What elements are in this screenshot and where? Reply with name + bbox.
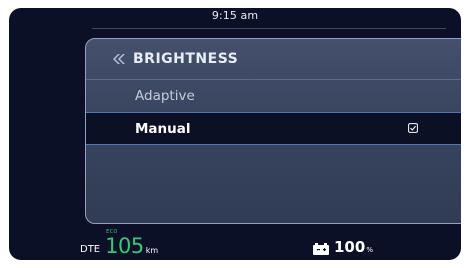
range-readout: DTE ECO 105 km [80,229,159,258]
range-value: 105 [105,234,144,258]
battery-value: 100 [334,238,366,256]
footer-bar: DTE ECO 105 km 100 % [9,229,461,260]
eco-mode-label: ECO [106,229,118,235]
range-block: ECO 105 km [105,229,159,258]
menu-item-adaptive[interactable]: Adaptive [86,79,461,111]
range-unit: km [145,246,159,255]
menu-header: BRIGHTNESS [86,39,461,79]
display-screen: 9:15 am BRIGHTNESS Adaptive Manual DTE E… [9,8,461,260]
menu-item-label: Adaptive [135,87,195,104]
brightness-menu-panel: BRIGHTNESS Adaptive Manual [85,38,461,224]
status-divider [92,28,446,29]
double-chevron-left-icon[interactable] [113,54,127,64]
dte-label: DTE [80,244,101,255]
battery-unit: % [366,246,373,254]
checkbox-checked-icon[interactable] [408,123,418,133]
menu-title: BRIGHTNESS [133,51,239,67]
battery-readout: 100 % [313,240,373,255]
menu-item-manual[interactable]: Manual [86,112,461,145]
menu-item-label: Manual [135,120,191,137]
battery-icon [313,243,329,255]
status-time: 9:15 am [211,9,259,22]
